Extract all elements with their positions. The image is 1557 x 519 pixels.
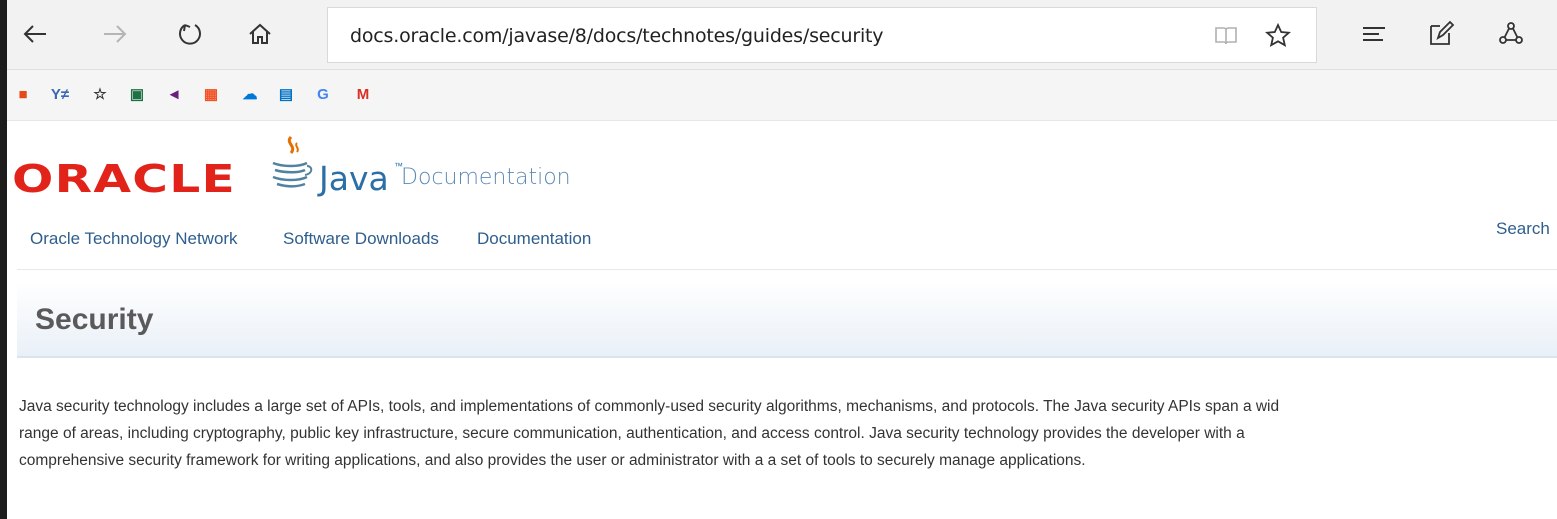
paragraph-line: range of areas, including cryptography, … [19,425,1245,442]
page-title: Security [35,303,154,336]
documentation-heading: Documentation [401,165,571,190]
yammer-icon[interactable]: Y≠ [49,83,71,105]
hub-icon [1363,27,1385,41]
search-link-label[interactable]: Search [1496,219,1550,238]
refresh-button[interactable] [170,14,210,54]
title-banner: Security [17,281,1557,358]
home-button[interactable] [240,14,280,54]
intro-paragraph: Java security technology includes a larg… [19,393,1557,474]
nav-link-downloads[interactable]: Software Downloads [283,229,439,249]
hub-button[interactable] [1354,14,1394,54]
reading-view-button[interactable] [1210,20,1242,52]
nav-link-otn[interactable]: Oracle Technology Network [30,229,238,249]
back-arrow-icon [23,25,46,43]
nav-divider [17,269,1557,270]
refresh-icon [179,24,201,45]
favorite-star-icon [1265,22,1291,48]
web-note-icon [1430,20,1455,45]
nav-link-otn-label[interactable]: Oracle Technology Network [30,229,238,248]
address-bar[interactable]: docs.oracle.com/javase/8/docs/technotes/… [327,7,1317,63]
add-favorite-button[interactable] [1262,20,1294,52]
nav-link-documentation-label[interactable]: Documentation [477,229,591,248]
favorites-bar: ■ Y≠ ☆ ▣ ◄ ▦ ☁ ▤ G M [7,70,1557,121]
windows-store-icon[interactable]: ▦ [200,83,222,105]
paragraph-line: comprehensive security framework for wri… [19,452,1086,469]
outlook-icon[interactable]: ▤ [275,83,297,105]
visual-studio-icon[interactable]: ◄ [163,83,185,105]
browser-toolbar: docs.oracle.com/javase/8/docs/technotes/… [7,0,1557,70]
reading-view-icon [1215,27,1237,45]
share-button[interactable] [1491,14,1531,54]
back-button[interactable] [15,14,55,54]
oracle-logo[interactable]: ORACLE [12,157,236,201]
forward-arrow-icon [104,25,127,43]
forward-button[interactable] [95,14,135,54]
java-logo-text: Java [319,159,389,198]
share-icon [1499,22,1523,44]
search-link[interactable]: Search [1496,219,1550,239]
star-icon[interactable]: ☆ [89,83,111,105]
browser-window: docs.oracle.com/javase/8/docs/technotes/… [7,0,1557,519]
java-cup-icon [272,135,313,188]
url-text[interactable]: docs.oracle.com/javase/8/docs/technotes/… [350,25,884,47]
google-icon[interactable]: G [312,83,334,105]
web-page: ORACLE Java ™ Documentation Oracle Techn… [7,121,1557,519]
paragraph-line: Java security technology includes a larg… [19,398,1280,415]
web-note-button[interactable] [1421,14,1461,54]
onedrive-icon[interactable]: ☁ [239,83,261,105]
home-icon [249,23,271,44]
office-icon[interactable]: ■ [12,83,34,105]
nav-link-documentation[interactable]: Documentation [477,229,591,249]
nav-link-downloads-label[interactable]: Software Downloads [283,229,439,248]
gmail-icon[interactable]: M [352,83,374,105]
excel-icon[interactable]: ▣ [126,83,148,105]
